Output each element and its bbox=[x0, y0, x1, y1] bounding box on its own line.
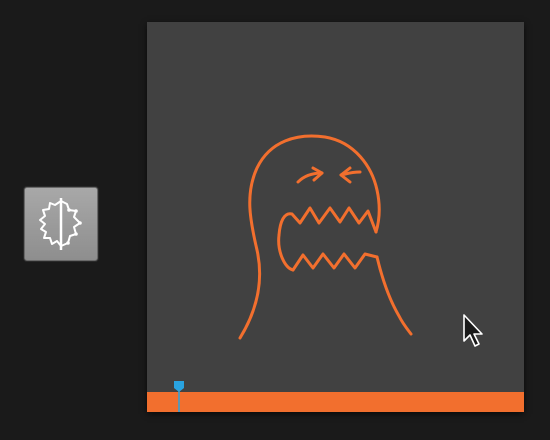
timeline-bar[interactable] bbox=[147, 392, 524, 412]
playhead-marker[interactable] bbox=[173, 380, 185, 412]
mirror-symmetry-tool-button[interactable] bbox=[24, 187, 98, 261]
mirror-symmetry-icon bbox=[39, 198, 82, 250]
arrow-cursor-icon bbox=[463, 314, 483, 347]
drawing-canvas[interactable] bbox=[147, 22, 524, 412]
